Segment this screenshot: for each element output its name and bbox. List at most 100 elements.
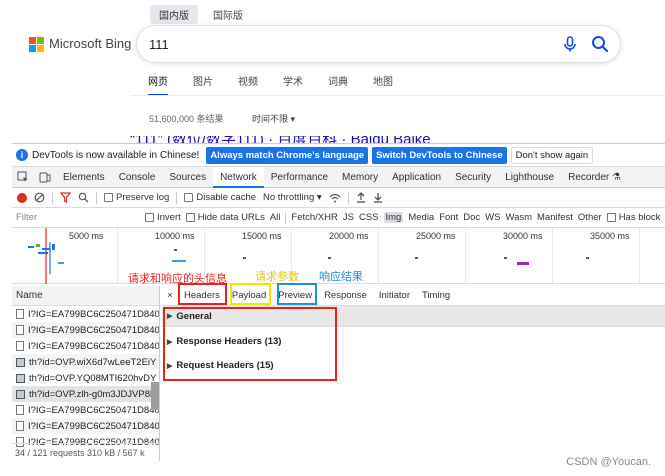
nav-tab-maps[interactable]: 地图 — [373, 73, 393, 96]
tab-network[interactable]: Network — [213, 166, 264, 188]
devtools-panel-tabs: Elements Console Sources Network Perform… — [12, 166, 665, 188]
bottom-strip — [0, 461, 665, 476]
tab-performance[interactable]: Performance — [264, 167, 335, 188]
throttling-dropdown[interactable]: No throttling ▾ — [263, 192, 322, 203]
device-toolbar-icon[interactable] — [34, 167, 56, 188]
nav-tab-videos[interactable]: 视频 — [238, 73, 258, 96]
document-icon — [16, 309, 24, 319]
has-blocked-cookies-checkbox[interactable]: Has block — [606, 212, 660, 223]
filter-type-ws[interactable]: WS — [485, 212, 500, 223]
filter-type-css[interactable]: CSS — [359, 212, 379, 223]
filter-type-wasm[interactable]: Wasm — [505, 212, 532, 223]
document-icon — [16, 341, 24, 351]
request-row[interactable]: I?IG=EA799BC6C250471D840 — [12, 402, 159, 418]
filter-type-font[interactable]: Font — [439, 212, 458, 223]
disable-cache-checkbox[interactable]: Disable cache — [184, 192, 256, 203]
filter-input[interactable]: Filter — [16, 212, 140, 223]
toolbar-separator — [96, 191, 97, 204]
import-har-icon[interactable] — [356, 192, 366, 203]
filter-type-manifest[interactable]: Manifest — [537, 212, 573, 223]
search-box[interactable]: 111 — [137, 26, 620, 62]
tab-security[interactable]: Security — [448, 167, 498, 188]
results-count: 51,600,000 条结果 — [149, 114, 224, 124]
preserve-log-checkbox[interactable]: Preserve log — [104, 192, 169, 203]
filter-type-fetch-xhr[interactable]: Fetch/XHR — [291, 212, 337, 223]
request-list: Name I?IG=EA799BC6C250471D840 I?IG=EA799… — [12, 286, 160, 461]
headers-highlight-box — [178, 283, 227, 305]
inspect-element-icon[interactable] — [12, 167, 34, 188]
filter-type-doc[interactable]: Doc — [463, 212, 480, 223]
search-network-icon[interactable] — [78, 192, 89, 203]
hide-data-urls-checkbox[interactable]: Hide data URLs — [185, 212, 265, 223]
request-list-scrollbar[interactable] — [151, 382, 159, 410]
document-icon — [16, 421, 24, 431]
export-har-icon[interactable] — [373, 192, 383, 203]
request-row[interactable]: th?id=OVP.YQ08MTI620hvDY — [12, 370, 159, 386]
notification-text: DevTools is now available in Chinese! — [32, 149, 200, 161]
search-input[interactable]: 111 — [149, 37, 560, 52]
search-icon[interactable] — [590, 34, 610, 54]
always-match-language-button[interactable]: Always match Chrome's language — [206, 146, 369, 164]
invert-checkbox[interactable]: Invert — [145, 212, 181, 223]
info-icon: i — [16, 149, 28, 161]
filter-type-media[interactable]: Media — [408, 212, 434, 223]
region-tab-domestic[interactable]: 国内版 — [150, 5, 198, 24]
tab-sources[interactable]: Sources — [162, 167, 213, 188]
filter-type-other[interactable]: Other — [578, 212, 602, 223]
bing-brand-text: Microsoft Bing — [49, 36, 132, 51]
request-row[interactable]: I?IG=EA799BC6C250471D840 — [12, 322, 159, 338]
tab-memory[interactable]: Memory — [335, 167, 385, 188]
request-row[interactable]: I?IG=EA799BC6C250471D840 — [12, 306, 159, 322]
filter-bar: Filter Invert Hide data URLs All Fetch/X… — [12, 208, 665, 228]
microsoft-logo-icon — [29, 36, 44, 52]
tab-initiator[interactable]: Initiator — [373, 286, 416, 306]
filter-type-js[interactable]: JS — [343, 212, 354, 223]
toolbar-separator — [52, 191, 53, 204]
filter-icon[interactable] — [60, 192, 71, 203]
tab-application[interactable]: Application — [385, 167, 448, 188]
name-column-header[interactable]: Name — [12, 286, 159, 306]
clear-icon[interactable] — [34, 192, 45, 203]
filter-separator — [285, 211, 287, 224]
tab-elements[interactable]: Elements — [56, 167, 112, 188]
bing-logo[interactable]: Microsoft Bing — [29, 36, 132, 52]
nav-tab-web[interactable]: 网页 — [148, 73, 168, 96]
dont-show-again-button[interactable]: Don't show again — [510, 146, 594, 164]
network-split-view: Name I?IG=EA799BC6C250471D840 I?IG=EA799… — [12, 286, 665, 461]
tab-recorder[interactable]: Recorder ⚗ — [561, 167, 628, 188]
nav-divider — [130, 95, 665, 96]
devtools-panel: i DevTools is now available in Chinese! … — [12, 143, 665, 461]
time-filter-dropdown[interactable]: 时间不限 ▾ — [252, 112, 295, 125]
filter-type-all[interactable]: All — [270, 212, 281, 223]
filter-type-img[interactable]: Img — [383, 212, 404, 223]
toolbar-separator — [176, 191, 178, 204]
preview-annotation: 响应结果 — [319, 270, 363, 283]
tab-response[interactable]: Response — [318, 286, 373, 306]
nav-tab-dictionary[interactable]: 词典 — [328, 73, 348, 96]
network-status-bar: 34 / 121 requests 310 kB / 567 k — [12, 443, 159, 461]
payload-annotation: 请求参数 — [255, 270, 299, 283]
region-tab-international[interactable]: 国际版 — [204, 5, 252, 24]
tab-console[interactable]: Console — [112, 167, 163, 188]
nav-tab-academic[interactable]: 学术 — [283, 73, 303, 96]
image-file-icon — [16, 357, 25, 367]
language-notification-bar: i DevTools is now available in Chinese! … — [12, 144, 665, 167]
request-row[interactable]: I?IG=EA799BC6C250471D840 — [12, 338, 159, 354]
close-detail-icon[interactable]: × — [162, 290, 178, 301]
payload-highlight-box — [230, 283, 271, 305]
nav-tab-images[interactable]: 图片 — [193, 73, 213, 96]
request-row[interactable]: I?IG=EA799BC6C250471D840 — [12, 418, 159, 434]
network-conditions-icon[interactable] — [329, 193, 341, 203]
sections-highlight-box — [163, 307, 337, 381]
tab-timing[interactable]: Timing — [416, 286, 456, 306]
microphone-icon[interactable] — [560, 34, 580, 54]
watermark: CSDN @Youcan. — [566, 456, 651, 468]
request-row[interactable]: th?id=OVP.wiX6d7wLeeT2EiY — [12, 354, 159, 370]
record-icon[interactable] — [17, 192, 27, 203]
document-icon — [16, 405, 24, 415]
switch-to-chinese-button[interactable]: Switch DevTools to Chinese — [372, 146, 507, 164]
tab-lighthouse[interactable]: Lighthouse — [498, 167, 561, 188]
request-row-selected[interactable]: th?id=OVP.zlh-g0m3JDJVP8h — [12, 386, 159, 402]
bing-nav-tabs: 网页 图片 视频 学术 词典 地图 — [148, 73, 418, 96]
image-file-icon — [16, 389, 25, 399]
